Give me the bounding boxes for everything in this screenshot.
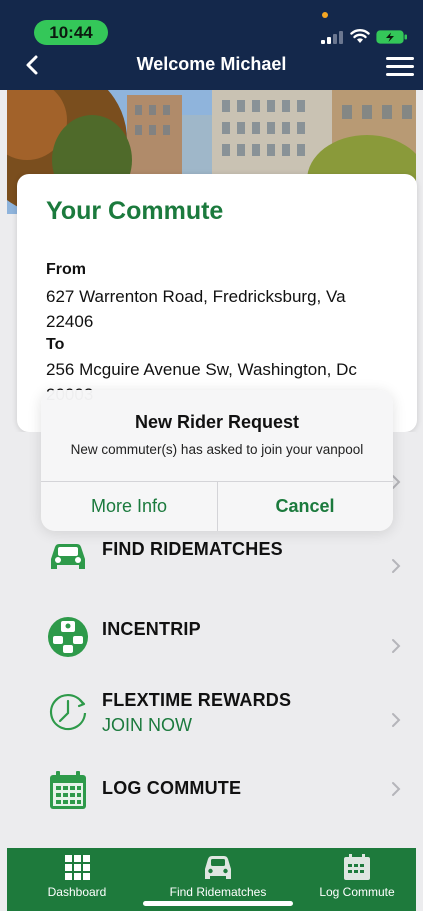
page-title: Welcome Michael	[136, 54, 287, 74]
list-item-flextime-rewards[interactable]: FLEXTIME REWARDS JOIN NOW	[7, 684, 416, 754]
chevron-right-icon	[392, 782, 401, 796]
status-time: 10:44	[34, 20, 108, 45]
list-item-label: INCENTRIP	[102, 619, 201, 639]
calendar-icon	[344, 854, 370, 880]
tab-dashboard[interactable]: Dashboard	[9, 848, 145, 911]
cancel-button[interactable]: Cancel	[217, 481, 393, 531]
privacy-indicator	[322, 12, 328, 18]
tab-label: Log Commute	[319, 885, 395, 899]
chevron-right-icon	[392, 713, 401, 727]
car-icon	[51, 544, 85, 569]
new-rider-request-alert: New Rider Request New commuter(s) has as…	[41, 390, 393, 531]
list-item-incentrip[interactable]: INCENTRIP	[7, 607, 416, 677]
alert-message: New commuter(s) has asked to join your v…	[70, 442, 364, 457]
from-address: 627 Warrenton Road, Fredricksburg, Va 22…	[46, 287, 346, 331]
incentrip-icon	[48, 617, 88, 657]
commute-card-title: Your Commute	[46, 197, 224, 225]
list-item-log-commute[interactable]: LOG COMMUTE	[7, 766, 416, 836]
app-screen: 10:44 Welcome Michael Your Commute From …	[0, 0, 423, 911]
app-header: 10:44 Welcome Michael	[0, 0, 423, 90]
list-item-label: FLEXTIME REWARDS	[102, 690, 292, 710]
back-button[interactable]	[22, 54, 44, 76]
tab-label: Dashboard	[47, 885, 107, 899]
list-item-label: FIND RIDEMATCHES	[102, 539, 283, 559]
chevron-right-icon	[392, 639, 401, 653]
calendar-icon	[50, 771, 86, 809]
chevron-right-icon	[392, 559, 401, 573]
clock-icon	[49, 694, 87, 731]
from-label: From	[46, 261, 86, 278]
tab-log-commute[interactable]: Log Commute	[289, 848, 423, 911]
join-now-link[interactable]: JOIN NOW	[102, 715, 192, 736]
signal-icon	[321, 30, 343, 44]
hamburger-menu-icon[interactable]	[386, 55, 414, 77]
wifi-icon	[350, 29, 370, 43]
tab-label: Find Ridematches	[169, 885, 267, 899]
home-indicator	[143, 901, 293, 906]
alert-title: New Rider Request	[134, 412, 300, 432]
grid-icon	[65, 855, 90, 880]
list-item-label: LOG COMMUTE	[102, 778, 242, 798]
battery-icon	[376, 30, 407, 44]
list-item-find-ridematches[interactable]: FIND RIDEMATCHES	[7, 527, 416, 597]
car-icon	[205, 856, 231, 879]
more-info-button[interactable]: More Info	[41, 481, 217, 531]
to-label: To	[46, 336, 65, 353]
